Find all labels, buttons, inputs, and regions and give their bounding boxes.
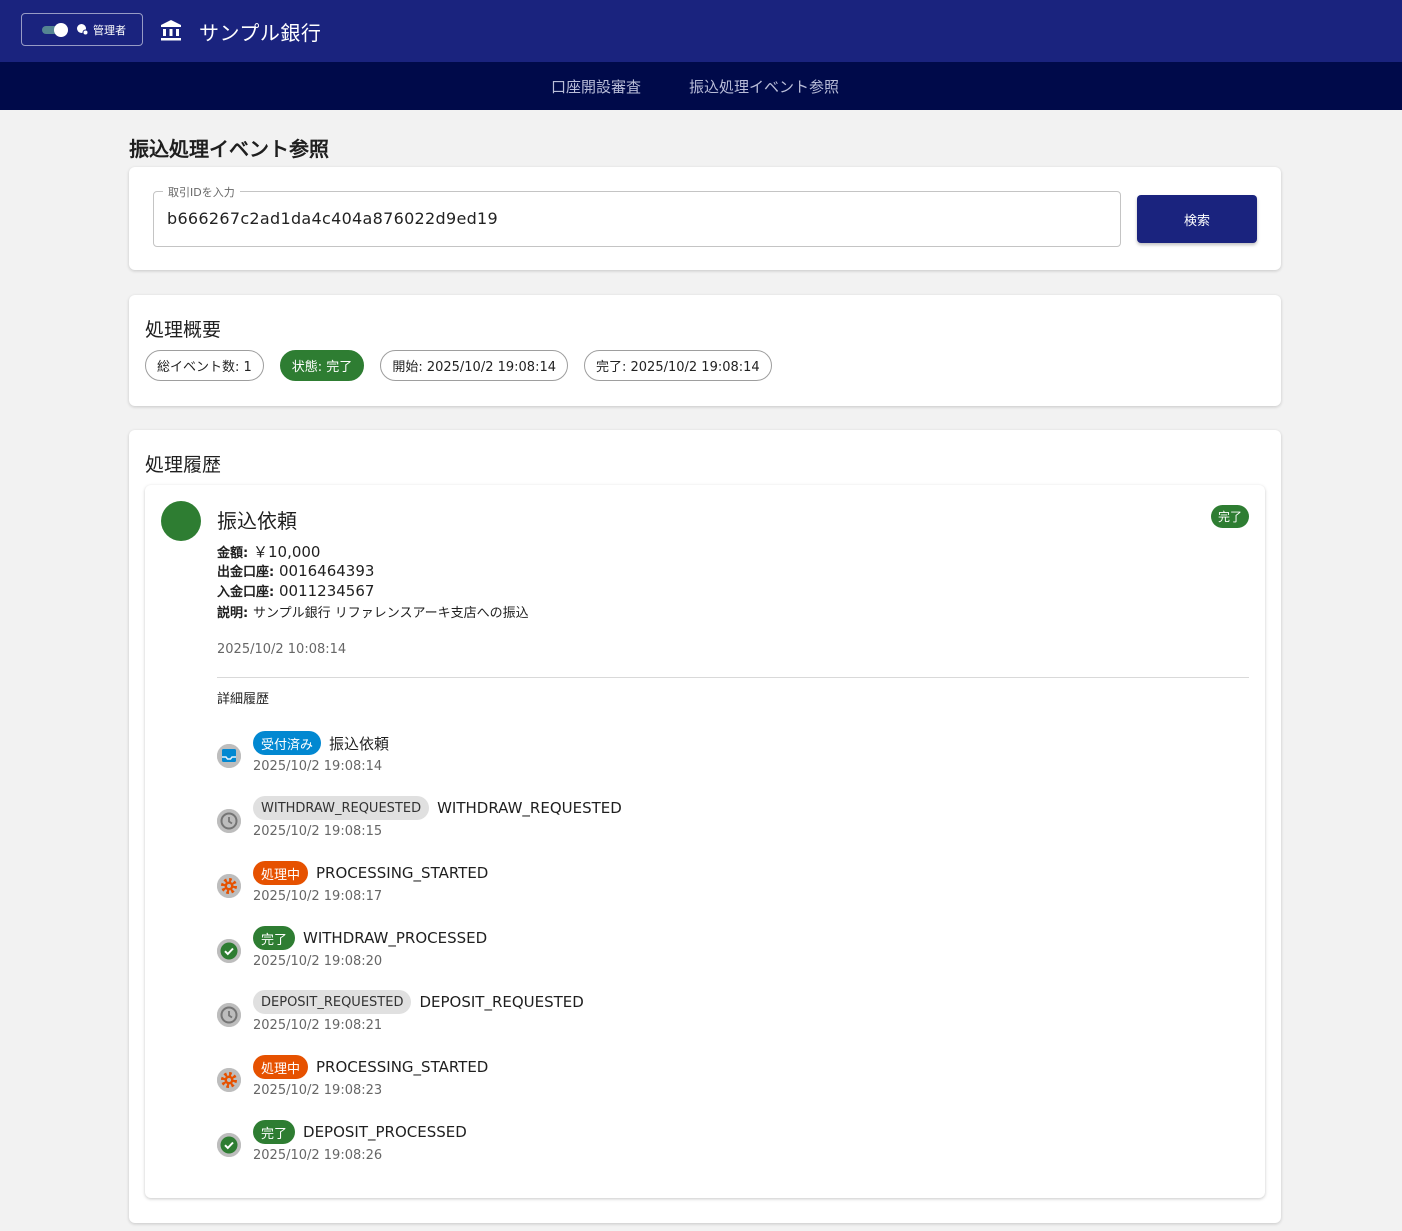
timeline-item: 受付済み 振込依頼 2025/10/2 19:08:14 [217,731,1117,781]
history-card: 処理履歴 振込依頼 完了 金額: ￥10,000 出金口座: 001646439… [129,430,1281,1223]
description-row: 説明: サンプル銀行 リファレンスアーキ支店への振込 [217,602,529,621]
timeline-text: PROCESSING_STARTED [316,864,489,882]
summary-title: 処理概要 [145,319,222,341]
from-account-label: 出金口座: [217,565,275,580]
nav-bar: 口座開設審査 振込処理イベント参照 [0,62,1402,110]
timeline-item: DEPOSIT_REQUESTED DEPOSIT_REQUESTED 2025… [217,990,1117,1040]
chip-end-time: 完了: 2025/10/2 19:08:14 [584,350,772,381]
timeline-text: WITHDRAW_PROCESSED [303,929,488,947]
app-title: サンプル銀行 [199,21,322,45]
divider [217,677,1249,678]
timeline-item: WITHDRAW_REQUESTED WITHDRAW_REQUESTED 20… [217,796,1117,846]
timeline-item: 処理中 PROCESSING_STARTED 2025/10/2 19:08:2… [217,1055,1117,1105]
gear-icon [217,1068,241,1092]
search-card: 取引IDを入力 b666267c2ad1da4c404a876022d9ed19… [129,167,1281,270]
amount-row: 金額: ￥10,000 [217,541,320,562]
inbox-icon [217,744,241,768]
clock-icon [217,809,241,833]
description-value: サンプル銀行 リファレンスアーキ支店への振込 [252,606,529,621]
bank-icon [160,19,182,41]
timeline-item: 完了 DEPOSIT_PROCESSED 2025/10/2 19:08:26 [217,1120,1117,1170]
timeline-text: DEPOSIT_REQUESTED [419,993,584,1011]
chip-event-count: 総イベント数: 1 [145,350,264,381]
timeline-time: 2025/10/2 19:08:21 [253,1018,383,1033]
gear-icon [217,874,241,898]
from-account-row: 出金口座: 0016464393 [217,561,374,580]
to-account-row: 入金口座: 0011234567 [217,581,374,600]
nav-transfer-events[interactable]: 振込処理イベント参照 [689,76,839,97]
timeline-text: PROCESSING_STARTED [316,1058,489,1076]
history-title: 処理履歴 [145,454,222,476]
timeline-time: 2025/10/2 19:08:23 [253,1083,383,1098]
event-status-dot [161,501,201,541]
timeline-badge: 受付済み [253,731,322,755]
event-title: 振込依頼 [217,509,297,533]
timeline-time: 2025/10/2 19:08:15 [253,824,383,839]
search-button[interactable]: 検索 [1137,195,1257,243]
timeline-time: 2025/10/2 19:08:26 [253,1148,383,1163]
timeline-item: 処理中 PROCESSING_STARTED 2025/10/2 19:08:1… [217,861,1117,911]
event-card: 振込依頼 完了 金額: ￥10,000 出金口座: 0016464393 入金口… [145,485,1265,1198]
timeline-badge: 完了 [253,926,296,950]
app-bar: 管理者 サンプル銀行 [0,0,1402,62]
timeline-text: 振込依頼 [329,734,390,753]
timeline-time: 2025/10/2 19:08:20 [253,954,383,969]
event-timestamp: 2025/10/2 10:08:14 [217,642,347,657]
timeline-badge: 完了 [253,1120,296,1144]
chip-status: 状態: 完了 [279,350,365,381]
to-account-label: 入金口座: [217,585,275,600]
role-switch[interactable] [40,22,70,37]
check-circle-icon [217,939,241,963]
clock-icon [217,1003,241,1027]
event-status-badge: 完了 [1210,505,1249,528]
timeline-badge: WITHDRAW_REQUESTED [253,796,430,820]
role-label: 管理者 [93,23,126,37]
timeline-badge: 処理中 [253,861,309,885]
detail-heading: 詳細履歴 [217,692,270,707]
timeline-item: 完了 WITHDRAW_PROCESSED 2025/10/2 19:08:20 [217,926,1117,976]
timeline-time: 2025/10/2 19:08:14 [253,759,383,774]
switch-thumb [54,22,68,37]
admin-user-icon [76,23,89,36]
summary-chips: 総イベント数: 1 状態: 完了 開始: 2025/10/2 19:08:14 … [145,350,772,381]
check-circle-icon [217,1133,241,1157]
transaction-id-label: 取引IDを入力 [163,184,240,200]
transaction-id-field[interactable]: 取引IDを入力 b666267c2ad1da4c404a876022d9ed19 [153,184,1121,247]
timeline-text: WITHDRAW_REQUESTED [437,799,622,817]
role-toggle[interactable]: 管理者 [21,13,143,46]
page-title: 振込処理イベント参照 [129,137,329,161]
to-account-value: 0011234567 [278,582,375,600]
amount-value: ￥10,000 [252,543,321,561]
description-label: 説明: [217,606,249,621]
from-account-value: 0016464393 [278,562,375,580]
nav-account-review[interactable]: 口座開設審査 [551,76,641,97]
timeline-time: 2025/10/2 19:08:17 [253,889,383,904]
timeline-badge: 処理中 [253,1055,309,1079]
chip-start-time: 開始: 2025/10/2 19:08:14 [380,350,568,381]
timeline-badge: DEPOSIT_REQUESTED [253,990,412,1014]
summary-card: 処理概要 総イベント数: 1 状態: 完了 開始: 2025/10/2 19:0… [129,295,1281,406]
timeline-text: DEPOSIT_PROCESSED [303,1123,467,1141]
amount-label: 金額: [217,546,249,561]
transaction-id-input[interactable]: b666267c2ad1da4c404a876022d9ed19 [167,209,498,228]
